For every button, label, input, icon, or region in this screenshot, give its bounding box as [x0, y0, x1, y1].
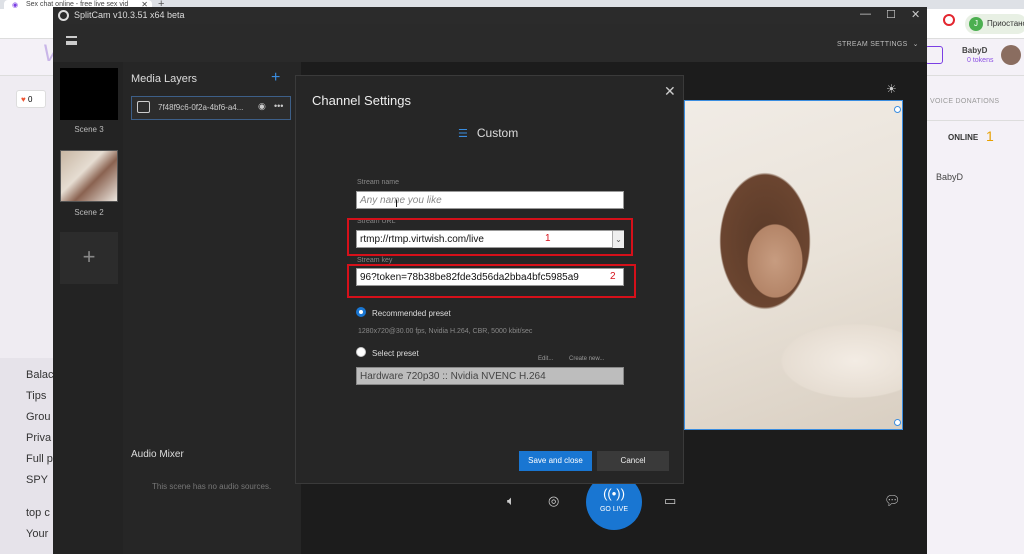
- save-and-close-button[interactable]: Save and close: [519, 451, 592, 471]
- resize-handle[interactable]: [894, 419, 901, 426]
- site-right-panel: [927, 76, 1024, 554]
- scene-label: Scene 3: [74, 125, 104, 134]
- go-live-label: GO LIVE: [599, 506, 628, 513]
- scene-thumbnail[interactable]: [60, 68, 118, 120]
- stream-name-label: Stream name: [357, 179, 400, 186]
- site-user-avatar[interactable]: [1001, 45, 1021, 65]
- annotation-number: 2: [610, 271, 616, 282]
- browser-profile-chip[interactable]: J Приостано: [965, 14, 1024, 34]
- minimize-icon[interactable]: —: [860, 8, 871, 20]
- scene-label: Scene 2: [74, 208, 104, 217]
- audio-empty-message: This scene has no audio sources.: [152, 482, 272, 491]
- site-user-button[interactable]: [925, 46, 943, 64]
- annotation-box: [347, 218, 633, 256]
- dialog-title: Channel Settings: [312, 93, 412, 108]
- side-link[interactable]: SPY: [26, 470, 54, 491]
- create-preset-link[interactable]: Create new...: [569, 356, 604, 362]
- image-layer-icon: [137, 101, 150, 113]
- microphone-mute-icon[interactable]: 🔈︎: [507, 493, 515, 509]
- splitcam-title: SplitCam v10.3.51 x64 beta: [74, 10, 185, 20]
- stream-key-label: Stream key: [357, 257, 393, 264]
- site-username[interactable]: BabyD: [962, 46, 987, 55]
- brightness-icon[interactable]: ☀: [886, 82, 897, 96]
- online-count: 1: [986, 128, 994, 144]
- stream-settings-menu[interactable]: STREAM SETTINGS ⌄: [837, 40, 919, 48]
- menu-icon[interactable]: [66, 36, 77, 45]
- media-layers-title: Media Layers: [131, 73, 198, 85]
- add-scene-button[interactable]: +: [60, 232, 118, 284]
- annotation-box: [347, 264, 636, 298]
- likes-count: 0: [27, 95, 33, 104]
- site-side-menu: Balac Tips Grou Priva Full p SPY top c Y…: [26, 365, 54, 545]
- side-link[interactable]: Balac: [26, 365, 54, 386]
- close-icon[interactable]: ✕: [664, 83, 676, 100]
- more-options-icon[interactable]: •••: [274, 101, 283, 111]
- online-user-item[interactable]: BabyD: [936, 172, 963, 182]
- scenes-panel: [53, 62, 123, 554]
- splitcam-logo-icon: [58, 10, 69, 21]
- side-link[interactable]: Grou: [26, 407, 54, 428]
- text-cursor-icon: I: [395, 198, 399, 210]
- heart-icon: ♥: [21, 95, 26, 104]
- splitcam-toolbar: [53, 24, 927, 62]
- audio-mixer-title: Audio Mixer: [131, 449, 184, 460]
- side-link[interactable]: Tips: [26, 386, 54, 407]
- eye-icon[interactable]: ◉: [258, 101, 266, 112]
- select-preset-radio[interactable]: [356, 347, 366, 357]
- profile-status: Приостано: [987, 19, 1024, 28]
- profile-avatar: J: [969, 17, 983, 31]
- side-link[interactable]: Full p: [26, 449, 54, 470]
- site-favicon-icon: ◉: [12, 2, 19, 9]
- site-token-balance: 0 tokens: [967, 57, 994, 64]
- online-label: ONLINE: [948, 133, 979, 142]
- select-preset-label[interactable]: Select preset: [372, 349, 419, 358]
- side-link[interactable]: top c: [26, 503, 54, 524]
- edit-preset-link[interactable]: Edit...: [538, 356, 553, 362]
- side-link-gap: [26, 491, 54, 503]
- recommended-preset-description: 1280x720@30.00 fps, Nvidia H.264, CBR, 5…: [358, 328, 533, 335]
- preview-video-frame[interactable]: [684, 100, 903, 430]
- chevron-down-icon: ⌄: [912, 41, 919, 48]
- side-link[interactable]: Priva: [26, 428, 54, 449]
- recommended-preset-label[interactable]: Recommended preset: [372, 309, 451, 318]
- add-layer-icon[interactable]: +: [271, 69, 280, 87]
- stream-settings-label: STREAM SETTINGS: [837, 41, 908, 48]
- channel-preset-name: Custom: [476, 126, 519, 140]
- divider: [927, 120, 1024, 121]
- video-camera-icon[interactable]: ▭: [664, 493, 676, 509]
- sliders-icon: ☰: [458, 128, 468, 140]
- window-close-icon[interactable]: ✕: [911, 8, 920, 21]
- scene-thumbnail[interactable]: [60, 150, 118, 202]
- chat-icon[interactable]: 💬︎: [884, 493, 901, 509]
- maximize-icon[interactable]: ☐: [886, 8, 896, 21]
- media-layers-panel: [123, 62, 301, 554]
- recommended-preset-radio[interactable]: [356, 307, 366, 317]
- annotation-number: 1: [545, 233, 551, 244]
- channel-preset-header: ☰ Custom: [458, 126, 518, 140]
- side-link[interactable]: Your: [26, 524, 54, 545]
- media-layer-name: 7f48f9c6-0f2a-4bf6-a4...: [158, 103, 244, 112]
- cancel-button[interactable]: Cancel: [597, 451, 669, 471]
- opera-icon[interactable]: [943, 14, 955, 26]
- camera-snapshot-icon[interactable]: ◎: [548, 493, 559, 509]
- voice-donations-tab[interactable]: VOICE DONATIONS: [930, 98, 999, 105]
- preset-select[interactable]: Hardware 720p30 :: Nvidia NVENC H.264: [356, 367, 624, 385]
- resize-handle[interactable]: [894, 106, 901, 113]
- likes-counter[interactable]: ♥ 0: [16, 90, 46, 108]
